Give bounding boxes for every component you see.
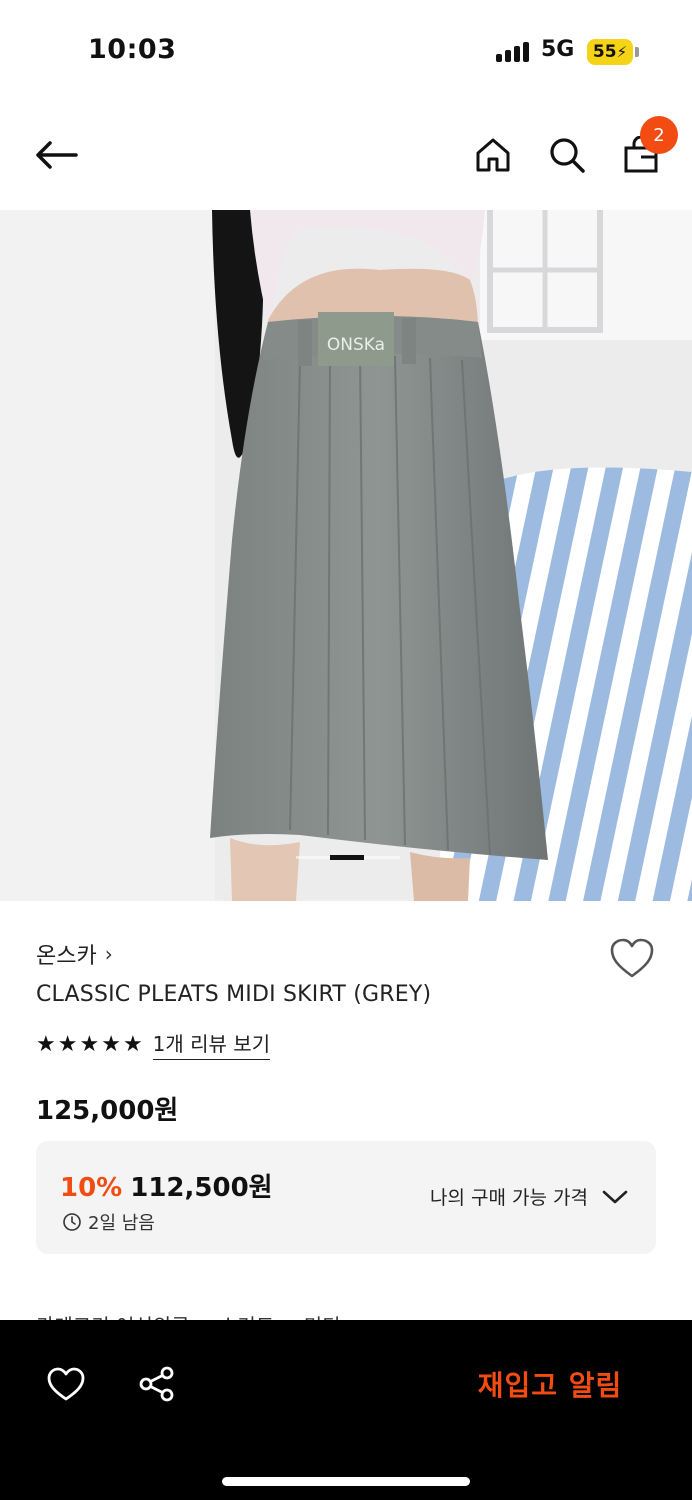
- cellular-signal-icon: [496, 42, 532, 62]
- brand-link[interactable]: 온스카 ›: [36, 938, 113, 970]
- rating-row: ★ ★ ★ ★ ★ 1개 리뷰 보기: [36, 1028, 271, 1060]
- wishlist-button[interactable]: [608, 936, 656, 980]
- restock-alert-button[interactable]: 재입고 알림: [440, 1356, 660, 1412]
- search-button[interactable]: [539, 127, 595, 183]
- my-price-label: 나의 구매 가능 가격: [430, 1187, 588, 1209]
- product-photo: ONSKa: [0, 210, 692, 901]
- discount-price-box[interactable]: 10% 112,500원 2일 남음 나의 구매 가능 가격: [36, 1141, 656, 1254]
- home-button[interactable]: [465, 127, 521, 183]
- battery-icon: 55 ⚡: [587, 39, 633, 65]
- view-reviews-link[interactable]: 1개 리뷰 보기: [152, 1028, 271, 1060]
- product-title: CLASSIC PLEATS MIDI SKIRT (GREY): [36, 982, 432, 1007]
- star-icon: ★: [57, 1031, 78, 1057]
- back-button[interactable]: [28, 127, 84, 183]
- status-bar: 10:03 5G 55 ⚡: [0, 0, 692, 100]
- battery-cap: [635, 47, 639, 57]
- share-button[interactable]: [127, 1356, 187, 1412]
- battery-level: 55: [592, 42, 617, 62]
- top-nav: [0, 100, 692, 210]
- back-arrow-icon: [36, 141, 78, 169]
- bottom-action-bar: 재입고 알림: [0, 1320, 692, 1500]
- discount-row: 10% 112,500원: [60, 1167, 273, 1204]
- brand-name: 온스카: [36, 944, 97, 969]
- my-price-toggle[interactable]: 나의 구매 가능 가격: [430, 1183, 628, 1210]
- heart-icon: [47, 1367, 85, 1401]
- search-icon: [550, 138, 585, 173]
- discount-price: 112,500원: [130, 1173, 273, 1203]
- discount-rate: 10%: [60, 1173, 123, 1203]
- time-left: 2일 남음: [62, 1209, 155, 1235]
- bottom-wishlist-button[interactable]: [36, 1356, 96, 1412]
- home-indicator: [222, 1477, 470, 1486]
- image-pager-active: [330, 855, 364, 860]
- status-time: 10:03: [88, 34, 177, 65]
- time-left-text: 2일 남음: [88, 1213, 155, 1234]
- chevron-down-icon: [602, 1190, 628, 1203]
- rating-stars: ★ ★ ★ ★ ★: [36, 1032, 143, 1057]
- heart-icon: [610, 938, 654, 978]
- cart-count-badge: 2: [640, 116, 678, 154]
- star-icon: ★: [101, 1031, 121, 1057]
- star-icon: ★: [36, 1031, 56, 1057]
- original-price: 125,000원: [36, 1096, 179, 1126]
- logo-tag-text: ONSKa: [327, 335, 385, 355]
- share-icon: [139, 1366, 174, 1402]
- network-type: 5G: [541, 37, 575, 62]
- chevron-right-icon: ›: [104, 942, 113, 966]
- product-image[interactable]: ONSKa: [0, 210, 692, 901]
- star-icon: ★: [122, 1031, 143, 1057]
- home-icon: [476, 138, 510, 172]
- clock-icon: [63, 1213, 81, 1231]
- star-icon: ★: [79, 1031, 100, 1057]
